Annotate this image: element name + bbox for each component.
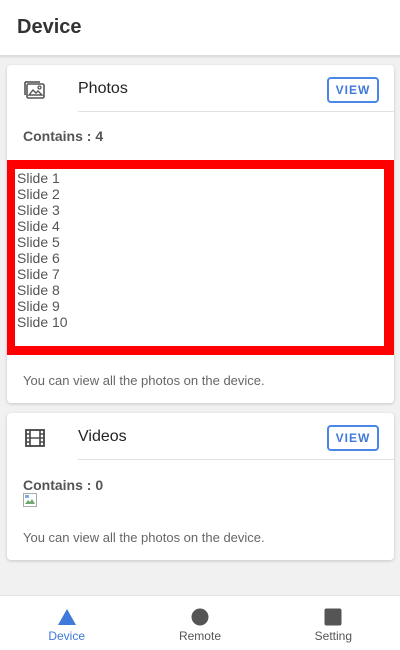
film-icon bbox=[23, 426, 47, 450]
videos-title: Videos bbox=[78, 428, 127, 445]
nav-label: Remote bbox=[178, 629, 221, 643]
page-title: Device bbox=[17, 16, 82, 38]
slide-item: Slide 5 bbox=[17, 234, 60, 250]
slide-item: Slide 9 bbox=[17, 298, 60, 314]
bottom-navigation: Device Remote Setting bbox=[0, 595, 400, 650]
photos-title: Photos bbox=[78, 80, 128, 97]
photos-card: Photos VIEW Contains : 4 Slide 1 Slide 2… bbox=[7, 65, 394, 403]
videos-description: You can view all the photos on the devic… bbox=[23, 530, 265, 545]
slide-item: Slide 8 bbox=[17, 282, 60, 298]
videos-card: Videos VIEW Contains : 0 You can view al… bbox=[7, 413, 394, 560]
videos-view-button[interactable]: VIEW bbox=[327, 425, 379, 451]
slide-list: Slide 1 Slide 2 Slide 3 Slide 4 Slide 5 … bbox=[17, 170, 68, 330]
photos-contains-count: Contains : 4 bbox=[23, 128, 104, 144]
slide-item: Slide 2 bbox=[17, 186, 60, 202]
slide-item: Slide 3 bbox=[17, 202, 60, 218]
photos-description: You can view all the photos on the devic… bbox=[23, 373, 265, 388]
slide-item: Slide 6 bbox=[17, 250, 60, 266]
photos-view-button[interactable]: VIEW bbox=[327, 77, 379, 103]
triangle-icon bbox=[57, 608, 77, 631]
app-bar: Device bbox=[0, 0, 400, 56]
slide-container: Slide 1 Slide 2 Slide 3 Slide 4 Slide 5 … bbox=[15, 169, 384, 346]
photo-slider[interactable]: Slide 1 Slide 2 Slide 3 Slide 4 Slide 5 … bbox=[7, 160, 394, 355]
slide-item: Slide 1 bbox=[17, 170, 60, 186]
slide-item: Slide 7 bbox=[17, 266, 60, 282]
broken-image-icon bbox=[23, 493, 37, 507]
videos-contains-count: Contains : 0 bbox=[23, 477, 104, 493]
image-icon bbox=[23, 78, 47, 102]
divider bbox=[78, 459, 394, 460]
slide-item: Slide 10 bbox=[17, 314, 68, 330]
nav-item-device[interactable]: Device bbox=[0, 596, 133, 650]
nav-label: Device bbox=[48, 629, 85, 643]
divider bbox=[78, 111, 394, 112]
square-icon bbox=[324, 608, 342, 631]
nav-item-remote[interactable]: Remote bbox=[133, 596, 266, 650]
nav-item-setting[interactable]: Setting bbox=[267, 596, 400, 650]
nav-label: Setting bbox=[314, 629, 352, 643]
slide-item: Slide 4 bbox=[17, 218, 60, 234]
circle-icon bbox=[191, 608, 209, 631]
